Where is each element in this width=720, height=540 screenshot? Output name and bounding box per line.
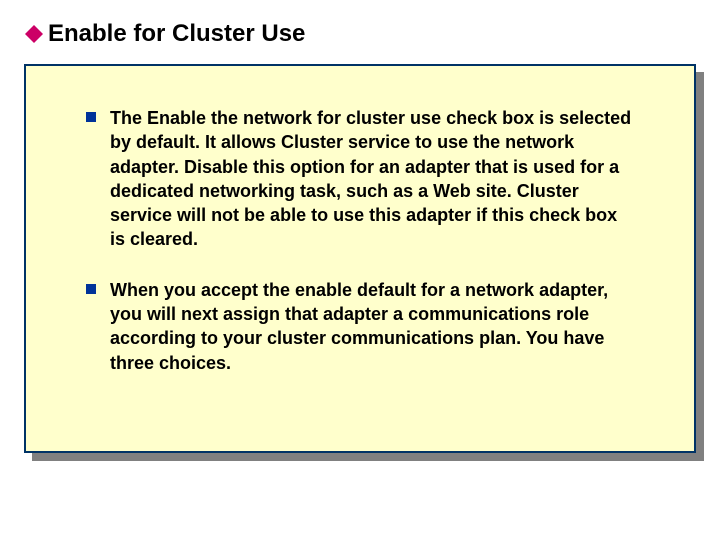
bullet-text: When you accept the enable default for a… — [110, 278, 634, 375]
content-panel: The Enable the network for cluster use c… — [24, 64, 696, 453]
square-icon — [86, 284, 96, 294]
diamond-icon — [24, 24, 44, 44]
square-icon — [86, 112, 96, 122]
content-panel-wrap: The Enable the network for cluster use c… — [24, 64, 696, 453]
bullet-text: The Enable the network for cluster use c… — [110, 106, 634, 252]
list-item: The Enable the network for cluster use c… — [86, 106, 634, 252]
slide: Enable for Cluster Use The Enable the ne… — [0, 0, 720, 540]
slide-title-row: Enable for Cluster Use — [24, 20, 696, 48]
list-item: When you accept the enable default for a… — [86, 278, 634, 375]
slide-title: Enable for Cluster Use — [48, 20, 305, 48]
